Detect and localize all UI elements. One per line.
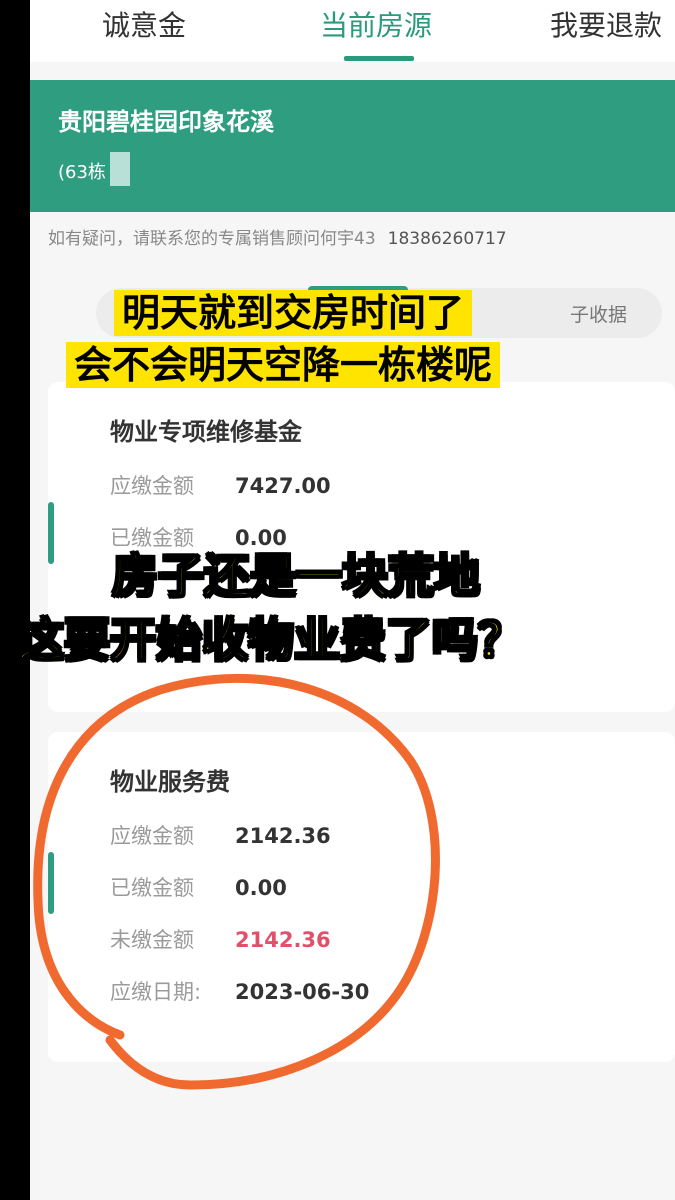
- caption-line-3: 房子还是一块荒地: [111, 548, 481, 604]
- fee-row-due: 应缴金额 7427.00: [110, 470, 331, 500]
- fee-row-label: 应缴金额: [110, 474, 194, 498]
- fee-row-value: 7427.00: [235, 474, 331, 498]
- fee-row-label: 应缴日期:: [110, 980, 202, 1004]
- fee-row-due-date: 应缴日期: 2023-06-30: [110, 976, 369, 1006]
- tab-deposit[interactable]: 诚意金: [102, 4, 186, 44]
- caption-line-1: 明天就到交房时间了: [114, 290, 473, 336]
- fee-row-value: 2023-06-30: [235, 980, 370, 1004]
- fee-row-value-unpaid: 2142.36: [235, 928, 331, 952]
- project-unit: (63栋: [58, 162, 106, 183]
- project-header: 贵阳碧桂园印象花溪 (63栋: [30, 80, 675, 212]
- caption-line-4: 这要开始收物业费了吗？: [17, 612, 525, 668]
- fee-row-due: 应缴金额 2142.36: [110, 820, 331, 850]
- fee-card-property-service[interactable]: 物业服务费 应缴金额 2142.36 已缴金额 0.00 未缴金额 2142.36 应…: [48, 732, 675, 1062]
- contact-info: 如有疑问，请联系您的专属销售顾问何宇43 18386260717: [48, 224, 507, 249]
- project-name: 贵阳碧桂园印象花溪: [58, 108, 274, 136]
- contact-phone[interactable]: 18386260717: [388, 229, 507, 249]
- fee-row-value: 2142.36: [235, 824, 331, 848]
- fee-row-label: 已缴金额: [110, 876, 194, 900]
- active-tab-indicator: [344, 56, 414, 61]
- tab-bar: 诚意金 当前房源 我要退款: [30, 0, 675, 62]
- redaction-blur: [110, 152, 130, 186]
- fee-row-label: 未缴金额: [110, 928, 194, 952]
- contact-text: 如有疑问，请联系您的专属销售顾问何宇43: [48, 229, 376, 249]
- fee-row-label: 应缴金额: [110, 824, 194, 848]
- fee-title: 物业专项维修基金: [110, 418, 302, 446]
- fee-row-value: 0.00: [235, 876, 287, 900]
- tab-refund[interactable]: 我要退款: [550, 4, 662, 44]
- card-accent-bar: [48, 502, 54, 564]
- tab-current-property[interactable]: 当前房源: [320, 4, 432, 44]
- card-accent-bar: [48, 852, 54, 914]
- segment-receipt-label[interactable]: 子收据: [570, 300, 627, 327]
- fee-row-unpaid: 未缴金额 2142.36: [110, 924, 331, 954]
- fee-row-paid: 已缴金额 0.00: [110, 872, 287, 902]
- fee-title: 物业服务费: [110, 768, 230, 796]
- caption-line-2: 会不会明天空降一栋楼呢: [66, 342, 501, 388]
